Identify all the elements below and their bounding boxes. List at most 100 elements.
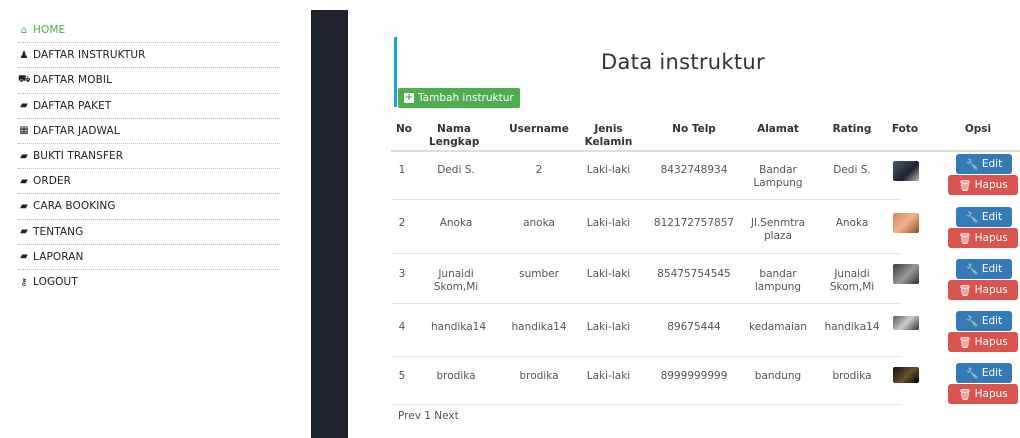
cell-jenis: Laki-laki	[586, 268, 631, 280]
trash-icon: 🗑	[958, 179, 972, 192]
cell-telp: 89675444	[667, 321, 721, 333]
wrench-icon: 🔧	[965, 211, 979, 224]
delete-label: Hapus	[974, 284, 1008, 296]
instructor-photo	[893, 367, 919, 383]
edit-button[interactable]: 🔧 Edit	[956, 154, 1012, 174]
sidebar-item-label: DAFTAR INSTRUKTUR	[33, 49, 146, 62]
sidebar-item-label: LAPORAN	[33, 250, 84, 263]
cell-alamat: Jl.Senmtra plaza	[750, 217, 806, 242]
cell-nama: Junaidi Skom,Mi	[433, 268, 479, 293]
edit-button[interactable]: 🔧 Edit	[956, 207, 1012, 227]
sidebar-item-order[interactable]: ▰ ORDER	[18, 169, 280, 195]
cell-username: brodika	[519, 370, 559, 382]
sidebar-item-bukti-transfer[interactable]: ▰ BUKTI TRANSFER	[18, 144, 280, 170]
sidebar-item-daftar-instruktur[interactable]: ♟ DAFTAR INSTRUKTUR	[18, 43, 280, 69]
cell-nama: Dedi S.	[437, 164, 475, 176]
edit-button[interactable]: 🔧 Edit	[956, 363, 1012, 383]
cell-jenis: Laki-laki	[586, 370, 631, 382]
cell-nama: handika14	[430, 321, 487, 333]
edit-button[interactable]: 🔧 Edit	[956, 259, 1012, 279]
wrench-icon: 🔧	[965, 315, 979, 328]
book-icon: ▰	[20, 100, 28, 112]
sidebar-item-home[interactable]: ⌂ HOME	[18, 18, 280, 44]
book-icon: ▰	[20, 226, 28, 238]
add-instructor-button[interactable]: + Tambah instruktur	[398, 88, 520, 108]
plus-icon: +	[404, 92, 414, 103]
cell-no: 2	[398, 217, 406, 229]
sidebar-item-cara-booking[interactable]: ▰ CARA BOOKING	[18, 194, 280, 220]
prev-page-link[interactable]: Prev	[398, 410, 421, 422]
edit-label: Edit	[981, 263, 1003, 275]
row-divider	[391, 356, 901, 357]
col-header-jenis: Jenis Kelamin	[584, 123, 633, 148]
cell-rating: handika14	[824, 321, 880, 333]
dark-divider-strip	[311, 10, 348, 438]
pagination: Prev 1 Next	[398, 410, 459, 422]
sidebar-item-logout[interactable]: ⚷ LOGOUT	[18, 270, 280, 295]
current-page[interactable]: 1	[424, 410, 431, 422]
user-icon: ♟	[19, 49, 29, 61]
row-divider	[391, 199, 901, 200]
edit-button[interactable]: 🔧 Edit	[956, 311, 1012, 331]
col-header-foto: Foto	[891, 123, 919, 135]
instructor-photo	[893, 316, 919, 330]
col-header-no: No	[395, 123, 412, 135]
cell-alamat: bandar lampung	[754, 268, 802, 293]
cell-username: 2	[535, 164, 543, 176]
cell-alamat: kedamaian	[749, 321, 807, 333]
sidebar-item-daftar-mobil[interactable]: ⛟ DAFTAR MOBIL	[18, 68, 280, 94]
sidebar-item-daftar-jadwal[interactable]: ▦ DAFTAR JADWAL	[18, 119, 280, 144]
cell-no: 5	[398, 370, 406, 382]
sidebar-item-laporan[interactable]: ▰ LAPORAN	[18, 245, 280, 270]
trash-icon: 🗑	[958, 232, 972, 245]
edit-label: Edit	[981, 211, 1003, 223]
delete-button[interactable]: 🗑 Hapus	[948, 384, 1018, 404]
sidebar-item-tentang[interactable]: ▰ TENTANG	[18, 220, 280, 245]
sidebar-item-label: DAFTAR MOBIL	[33, 74, 113, 87]
sidebar-item-label: HOME	[33, 24, 66, 37]
wrench-icon: 🔧	[965, 367, 979, 380]
sidebar-item-label: ORDER	[33, 175, 72, 188]
cell-no: 4	[398, 321, 406, 333]
header-divider	[391, 150, 1020, 152]
calendar-icon: ▦	[19, 125, 29, 137]
trash-icon: 🗑	[958, 336, 972, 349]
cell-username: handika14	[511, 321, 567, 333]
delete-button[interactable]: 🗑 Hapus	[948, 175, 1018, 195]
car-icon: ⛟	[18, 73, 31, 85]
cell-rating: Junaidi Skom,Mi	[829, 268, 875, 293]
col-header-nama: Nama Lengkap	[429, 123, 480, 148]
title-accent-bar	[394, 37, 397, 107]
cell-rating: brodika	[832, 370, 872, 382]
next-page-link[interactable]: Next	[434, 410, 458, 422]
col-header-telp: No Telp	[672, 123, 716, 135]
main-panel: Data instruktur + Tambah instruktur No N…	[348, 10, 1020, 438]
cell-telp: 85475754545	[657, 268, 731, 280]
cell-jenis: Laki-laki	[586, 217, 631, 229]
cell-telp: 8999999999	[660, 370, 728, 382]
delete-button[interactable]: 🗑 Hapus	[948, 228, 1018, 248]
col-header-username: Username	[509, 123, 569, 135]
edit-label: Edit	[981, 367, 1003, 379]
home-icon: ⌂	[20, 24, 28, 36]
cell-jenis: Laki-laki	[586, 321, 631, 333]
sidebar-item-daftar-paket[interactable]: ▰ DAFTAR PAKET	[18, 94, 280, 119]
delete-label: Hapus	[974, 336, 1008, 348]
col-header-opsi: Opsi	[964, 123, 992, 135]
sidebar-item-label: TENTANG	[33, 225, 84, 238]
delete-button[interactable]: 🗑 Hapus	[948, 280, 1018, 300]
cell-telp: 812172757857	[653, 217, 735, 229]
delete-button[interactable]: 🗑 Hapus	[948, 332, 1018, 352]
instructor-photo	[893, 264, 919, 284]
col-header-rating: Rating	[832, 123, 872, 135]
book-icon: ▰	[20, 200, 28, 212]
wrench-icon: 🔧	[965, 263, 979, 276]
cell-telp: 8432748934	[660, 164, 728, 176]
row-divider	[391, 253, 901, 254]
cell-nama: Anoka	[439, 217, 473, 229]
sidebar-item-label: DAFTAR JADWAL	[33, 124, 120, 137]
sidebar-item-label: BUKTI TRANSFER	[33, 150, 124, 163]
delete-label: Hapus	[974, 232, 1008, 244]
cell-jenis: Laki-laki	[586, 164, 631, 176]
trash-icon: 🗑	[958, 284, 972, 297]
